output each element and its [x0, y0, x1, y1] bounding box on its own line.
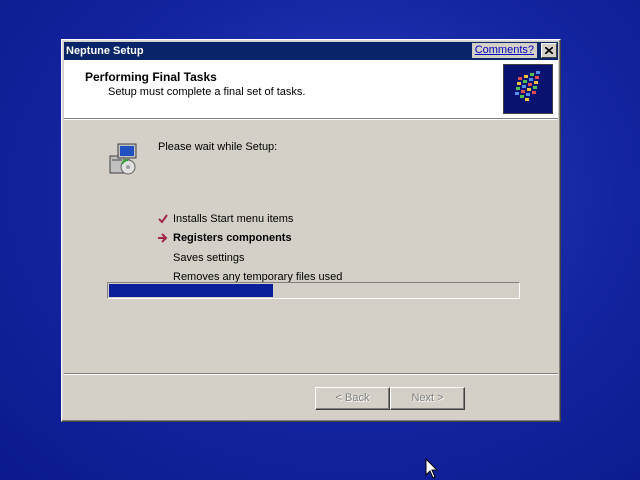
page-title: Performing Final Tasks: [85, 70, 217, 84]
task-item: Saves settings: [173, 251, 245, 265]
setup-logo-icon: [503, 64, 553, 114]
wizard-header: Performing Final Tasks Setup must comple…: [64, 60, 558, 119]
arrow-right-icon: [157, 231, 169, 245]
checkmark-icon: [157, 212, 169, 226]
task-label: Registers components: [173, 232, 292, 244]
computer-setup-icon: [106, 142, 140, 176]
task-item: Installs Start menu items: [158, 212, 294, 226]
comments-link[interactable]: Comments?: [471, 43, 537, 58]
next-button[interactable]: Next >: [390, 387, 465, 410]
setup-window: Neptune Setup Comments? Performing Final…: [61, 39, 561, 422]
window-title: Neptune Setup: [66, 45, 144, 57]
mouse-cursor-icon: [425, 457, 439, 480]
page-subtitle: Setup must complete a final set of tasks…: [108, 86, 306, 98]
progress-bar: [107, 282, 520, 299]
task-item: Registers components: [158, 231, 292, 245]
task-label: Saves settings: [173, 252, 245, 264]
progress-fill: [109, 284, 273, 297]
wizard-body: Please wait while Setup: Installs Start …: [64, 120, 558, 373]
title-bar[interactable]: Neptune Setup Comments?: [64, 42, 558, 60]
footer-separator: [64, 373, 558, 375]
back-button[interactable]: < Back: [315, 387, 390, 410]
intro-text: Please wait while Setup:: [158, 141, 278, 153]
task-label: Installs Start menu items: [173, 213, 294, 225]
close-button[interactable]: [541, 43, 557, 58]
close-icon: [545, 47, 553, 54]
